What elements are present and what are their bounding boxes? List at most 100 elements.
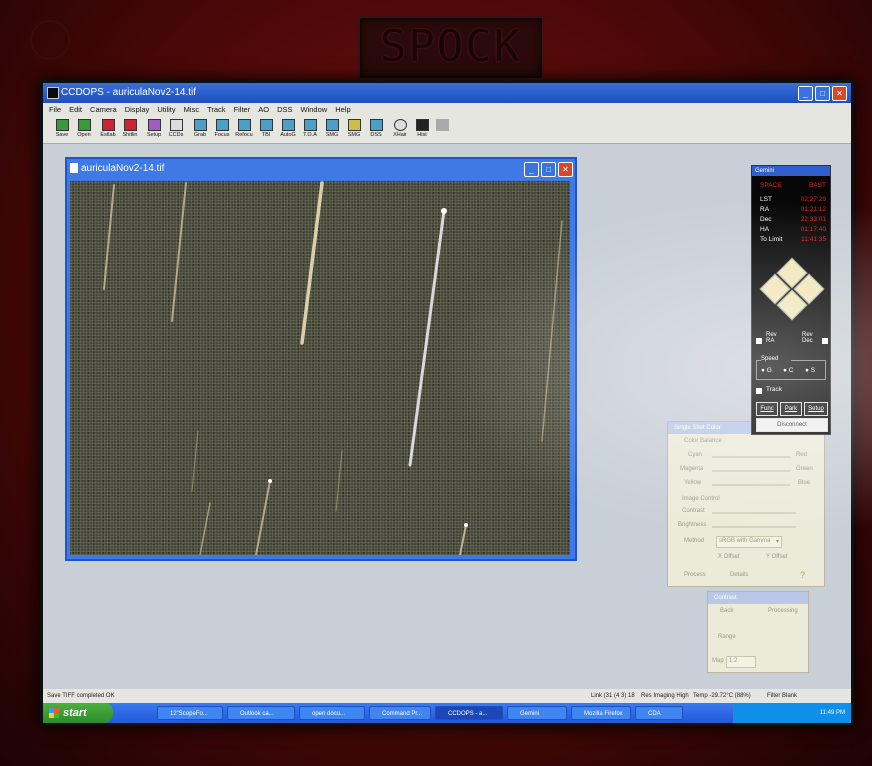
star-trail: [408, 209, 446, 467]
autoguide-icon: [281, 119, 295, 131]
task-open-document[interactable]: open docu...: [299, 706, 365, 720]
close-icon[interactable]: ✕: [832, 86, 847, 101]
status-bar: Save TIFF completed OK Link (31 (4 3) 18…: [43, 689, 851, 703]
task-cda[interactable]: CDA: [635, 706, 683, 720]
speed-c-radio[interactable]: ● C: [783, 367, 797, 374]
app-title: CCDOPS - auriculaNov2-14.tif: [61, 87, 197, 98]
histogram-button[interactable]: Hist: [411, 119, 433, 141]
menu-edit[interactable]: Edit: [69, 103, 82, 117]
image-window-titlebar[interactable]: auriculaNov2-14.tif _ □ ✕: [67, 159, 575, 179]
minimize-icon[interactable]: _: [798, 86, 813, 101]
grab-button[interactable]: Grab: [189, 119, 211, 141]
tbi-button[interactable]: TBI: [255, 119, 277, 141]
menu-window[interactable]: Window: [301, 103, 328, 117]
shutdown-icon: [123, 119, 137, 131]
menu-help[interactable]: Help: [335, 103, 350, 117]
task-ccdops[interactable]: CCDOPS - a...: [435, 706, 503, 720]
focus-icon: [215, 119, 229, 131]
telescope-control-panel[interactable]: Gemini SPACE BAST LST 02:27:29 RA 01:21:12…: [751, 165, 831, 435]
help-icon[interactable]: ?: [800, 570, 805, 580]
focus-button[interactable]: Focus: [211, 119, 233, 141]
method-select[interactable]: sRGB with Gamma ▾: [716, 536, 782, 548]
menu-display[interactable]: Display: [125, 103, 150, 117]
monitor-bezel: SPOCK CCDOPS - auriculaNov2-14.tif _ □ ✕…: [0, 0, 872, 766]
details-button[interactable]: Details: [730, 572, 748, 578]
magenta-label: Magenta: [680, 466, 704, 472]
ccds-button[interactable]: CCDs: [165, 119, 187, 141]
refocus-icon: [237, 119, 251, 131]
method-label: Method: [684, 538, 705, 544]
app-titlebar[interactable]: CCDOPS - auriculaNov2-14.tif _ □ ✕: [43, 83, 851, 103]
maximize-icon[interactable]: □: [541, 162, 556, 177]
disabled-tool-button[interactable]: [431, 119, 453, 141]
y-offset-checkbox[interactable]: Y Offset: [766, 554, 787, 560]
func-button[interactable]: Func: [756, 402, 778, 416]
rev-ra-checkbox[interactable]: [756, 338, 762, 344]
menu-dss[interactable]: DSS: [277, 103, 292, 117]
yellow-blue-slider[interactable]: [712, 484, 790, 486]
star-trail: [191, 430, 199, 492]
menu-ao[interactable]: AO: [258, 103, 269, 117]
establish-link-button[interactable]: Estlab: [97, 119, 119, 141]
menu-utility[interactable]: Utility: [157, 103, 175, 117]
clock[interactable]: 11:49 PM: [820, 710, 845, 716]
smg-button-2[interactable]: SMG: [343, 119, 365, 141]
track-checkbox[interactable]: [756, 388, 762, 394]
contrast-panel[interactable]: Contrast Back Processing Range Map 1:2: [707, 591, 809, 673]
toa-button[interactable]: T.O.A: [299, 119, 321, 141]
save-button[interactable]: Save: [51, 119, 73, 141]
close-icon[interactable]: ✕: [558, 162, 573, 177]
park-button[interactable]: Park: [780, 402, 802, 416]
disconnect-button[interactable]: Disconnect: [756, 418, 828, 432]
star-trail: [103, 184, 115, 290]
smg-button-1[interactable]: SMG: [321, 119, 343, 141]
task-gemini[interactable]: Gemini: [507, 706, 567, 720]
cyan-red-slider[interactable]: [712, 456, 790, 458]
system-tray: 11:49 PM: [733, 703, 851, 723]
back-label: Back: [720, 608, 734, 614]
crosshair-icon: [393, 119, 407, 131]
magenta-green-slider[interactable]: [712, 470, 790, 472]
speed-s-radio[interactable]: ● S: [805, 367, 819, 374]
menu-file[interactable]: File: [49, 103, 61, 117]
menu-filter[interactable]: Filter: [234, 103, 251, 117]
start-button[interactable]: start: [43, 703, 113, 723]
process-button[interactable]: Process: [684, 572, 706, 578]
brightness-slider[interactable]: [712, 526, 796, 528]
speed-g-radio[interactable]: ● G: [761, 367, 775, 374]
autoguide-button[interactable]: AutoG: [277, 119, 299, 141]
task-scope-focus[interactable]: 12"ScopeFo...: [157, 706, 223, 720]
status-message: Save TIFF completed OK: [47, 693, 115, 699]
image-window[interactable]: auriculaNov2-14.tif _ □ ✕: [65, 157, 577, 561]
maximize-icon[interactable]: □: [815, 86, 830, 101]
blue-label: Blue: [798, 480, 811, 486]
refocus-button[interactable]: Refocu: [233, 119, 255, 141]
task-outlook[interactable]: Outlook ca...: [227, 706, 295, 720]
menu-camera[interactable]: Camera: [90, 103, 117, 117]
menu-misc[interactable]: Misc: [184, 103, 199, 117]
setup-button[interactable]: Setup: [143, 119, 165, 141]
single-shot-color-panel[interactable]: Single Shot Color Color Balance Cyan Red…: [667, 421, 825, 587]
color-balance-label: Color Balance: [684, 438, 722, 444]
red-label: Red: [796, 452, 808, 458]
telescope-header: SPACE BAST: [760, 182, 826, 189]
rev-dec-checkbox[interactable]: [822, 338, 828, 344]
x-offset-checkbox[interactable]: X Offset: [718, 554, 740, 560]
toolbar: Save Open Estlab Shitlin Setup CCDs Grab…: [43, 117, 851, 144]
menu-track[interactable]: Track: [207, 103, 225, 117]
map-select[interactable]: 1:2: [726, 656, 756, 668]
task-command-prompt[interactable]: Command Pr...: [369, 706, 431, 720]
histogram-icon: [415, 119, 429, 131]
star-field-image[interactable]: [70, 181, 570, 555]
setup-button[interactable]: Setup: [804, 402, 828, 416]
crosshair-button[interactable]: XHair: [389, 119, 411, 141]
contrast-slider[interactable]: [712, 512, 796, 514]
open-button[interactable]: Open: [73, 119, 95, 141]
task-firefox[interactable]: Mozilla Firefox: [571, 706, 631, 720]
minimize-icon[interactable]: _: [524, 162, 539, 177]
star-trail: [255, 480, 271, 555]
image-control-label: Image Control: [682, 496, 720, 502]
dss-button[interactable]: DSS: [365, 119, 387, 141]
link-icon: [101, 119, 115, 131]
shutdown-button[interactable]: Shitlin: [119, 119, 141, 141]
